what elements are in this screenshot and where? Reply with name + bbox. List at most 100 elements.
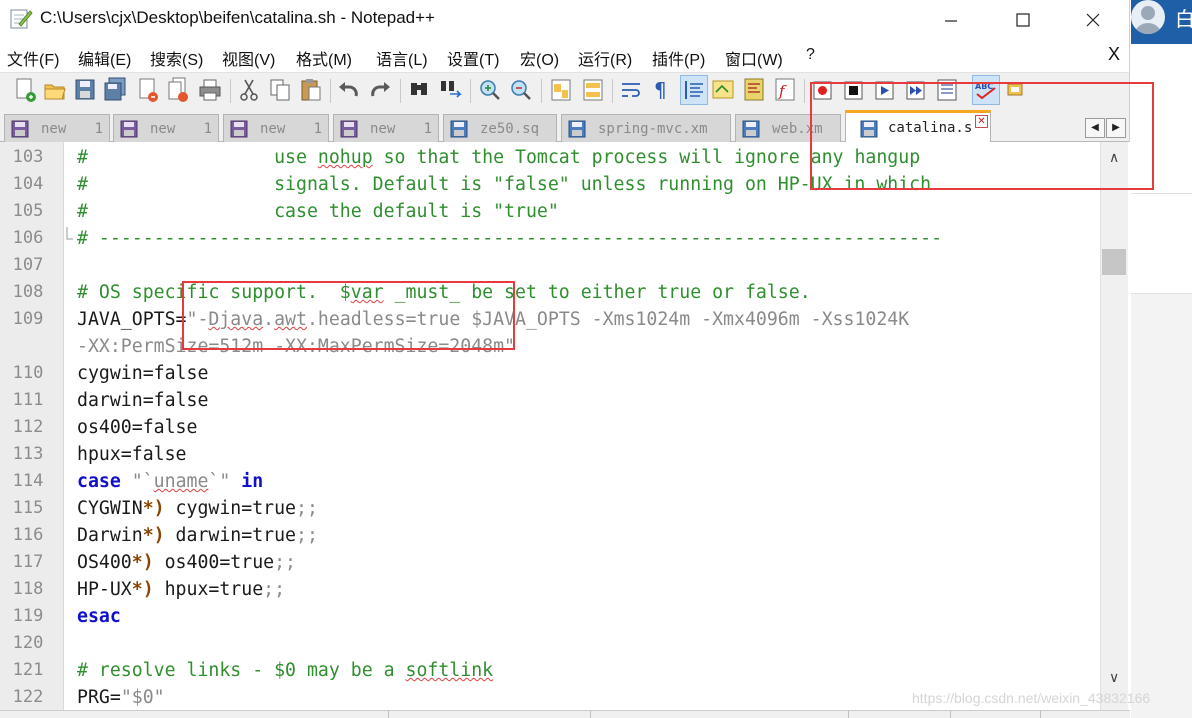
sync-vertical-icon[interactable] <box>548 76 574 104</box>
replace-icon[interactable] <box>438 76 464 104</box>
code-token: OS400 <box>77 552 132 573</box>
redo-icon[interactable] <box>367 76 393 104</box>
zoom-out-icon[interactable] <box>508 76 534 104</box>
tab-close-icon[interactable]: ✕ <box>975 115 988 128</box>
menu-format[interactable]: 格式(M) <box>296 46 352 70</box>
function-list-icon[interactable]: f <box>772 76 798 104</box>
code-line[interactable]: 117 OS400*) os400=true;; <box>0 549 1100 576</box>
tab-new-2[interactable]: new 1 <box>113 114 219 142</box>
find-icon[interactable] <box>406 76 432 104</box>
code-line[interactable]: 108 # OS specific support. $var _must_ be… <box>0 279 1100 306</box>
menu-edit[interactable]: 编辑(E) <box>78 46 131 70</box>
toolbar-separator <box>400 79 401 103</box>
code-token: *) <box>142 498 165 519</box>
background-app-label: 白 <box>1175 7 1192 31</box>
tab-new-4[interactable]: new 1 <box>333 114 439 142</box>
cut-icon[interactable] <box>236 76 262 104</box>
toolbar-separator <box>330 79 331 103</box>
print-icon[interactable] <box>197 76 223 104</box>
menu-macro[interactable]: 宏(O) <box>520 46 559 70</box>
menu-plugins[interactable]: 插件(P) <box>652 46 705 70</box>
code-token: darwin=false <box>77 390 209 411</box>
tab-new-1[interactable]: new 1 <box>4 114 110 142</box>
tab-new-3[interactable]: new 1 <box>223 114 329 142</box>
saved-file-icon <box>568 120 586 138</box>
menu-search[interactable]: 搜索(S) <box>150 46 203 70</box>
code-line[interactable]: 116 Darwin*) darwin=true;; <box>0 522 1100 549</box>
code-token: Darwin <box>77 525 143 546</box>
code-token: cygwin=true <box>164 498 297 519</box>
close-document-button[interactable]: X <box>1108 44 1120 65</box>
new-file-icon[interactable] <box>12 76 38 104</box>
user-language-icon[interactable] <box>710 76 736 104</box>
show-all-characters-icon[interactable]: ¶ <box>648 76 674 104</box>
code-line[interactable]: 118 HP-UX*) hpux=true;; <box>0 576 1100 603</box>
code-line[interactable]: 121 # resolve links - $0 may be a softlin… <box>0 657 1100 684</box>
code-text: esac <box>77 603 121 630</box>
code-line[interactable]: 105 # case the default is "true" <box>0 198 1100 225</box>
code-token: os400=true <box>153 552 275 573</box>
minimize-button[interactable] <box>928 0 974 40</box>
close-file-icon[interactable] <box>135 76 161 104</box>
code-line[interactable]: 115 CYGWIN*) cygwin=true;; <box>0 495 1100 522</box>
scroll-down-arrow-icon[interactable]: ∨ <box>1109 670 1119 686</box>
toolbar-separator <box>804 79 805 103</box>
code-line[interactable]: 111 darwin=false <box>0 387 1100 414</box>
code-line[interactable]: 113 hpux=false <box>0 441 1100 468</box>
save-icon[interactable] <box>72 76 98 104</box>
sync-horizontal-icon[interactable] <box>580 76 606 104</box>
menu-run[interactable]: 运行(R) <box>578 46 632 70</box>
code-line[interactable]: 112 os400=false <box>0 414 1100 441</box>
status-separator <box>950 711 951 718</box>
code-token: "$0" <box>120 687 165 708</box>
menu-help[interactable]: ? <box>806 46 815 64</box>
indent-guide-icon[interactable] <box>681 76 707 104</box>
watermark-text: https://blog.csdn.net/weixin_43832166 <box>912 690 1151 706</box>
vertical-scrollbar[interactable]: ∧ ∨ <box>1100 142 1128 710</box>
code-text: os400=false <box>77 414 197 441</box>
line-number: 110 <box>12 363 44 383</box>
code-token: ;; <box>274 552 297 573</box>
menu-language[interactable]: 语言(L) <box>376 46 428 70</box>
code-line[interactable]: 114 case "`uname`" in <box>0 468 1100 495</box>
code-token: esac <box>77 606 121 627</box>
menu-file[interactable]: 文件(F) <box>7 46 59 70</box>
word-wrap-icon[interactable] <box>618 76 644 104</box>
tab-spring-mvc-xml[interactable]: spring-mvc.xm <box>561 114 731 142</box>
user-avatar[interactable] <box>1131 0 1165 34</box>
document-map-icon[interactable] <box>741 76 767 104</box>
paste-icon[interactable] <box>298 76 324 104</box>
code-line[interactable]: 120 <box>0 630 1100 657</box>
undo-icon[interactable] <box>336 76 362 104</box>
tab-catalina-sh[interactable]: catalina.s ✕ <box>845 110 991 142</box>
code-line[interactable]: 119 esac <box>0 603 1100 630</box>
code-editor[interactable]: 103 # use nohup so that the Tomcat proces… <box>0 142 1130 710</box>
menu-window[interactable]: 窗口(W) <box>725 46 783 70</box>
line-number: 117 <box>12 552 44 572</box>
open-file-icon[interactable] <box>42 76 68 104</box>
unsaved-file-icon <box>120 120 138 138</box>
maximize-button[interactable] <box>1000 0 1046 40</box>
code-line[interactable]: -XX:PermSize=512m -XX:MaxPermSize=2048m" <box>0 333 1100 360</box>
zoom-in-icon[interactable] <box>477 76 503 104</box>
code-text: darwin=false <box>77 387 208 414</box>
code-line[interactable]: 109 JAVA_OPTS="-Djava.awt.headless=true $… <box>0 306 1100 333</box>
copy-icon[interactable] <box>267 76 293 104</box>
line-number: 119 <box>12 606 44 626</box>
menu-view[interactable]: 视图(V) <box>222 46 275 70</box>
minimize-icon <box>945 20 957 22</box>
line-number: 112 <box>12 417 44 437</box>
code-line[interactable]: 110 cygwin=false <box>0 360 1100 387</box>
code-text: # signals. Default is "false" unless run… <box>77 171 931 198</box>
close-all-icon[interactable] <box>165 76 191 104</box>
status-separator <box>1040 711 1041 718</box>
tab-ze50-sql[interactable]: ze50.sq <box>443 114 557 142</box>
code-token: `" <box>208 471 231 492</box>
save-all-icon[interactable] <box>102 76 128 104</box>
scrollbar-thumb[interactable] <box>1102 249 1126 275</box>
line-number: 107 <box>12 255 44 275</box>
code-line[interactable]: 107 <box>0 252 1100 279</box>
code-line[interactable]: 106 # -----------------------------------… <box>0 225 1100 252</box>
menu-settings[interactable]: 设置(T) <box>447 46 499 70</box>
close-button[interactable] <box>1070 0 1116 40</box>
